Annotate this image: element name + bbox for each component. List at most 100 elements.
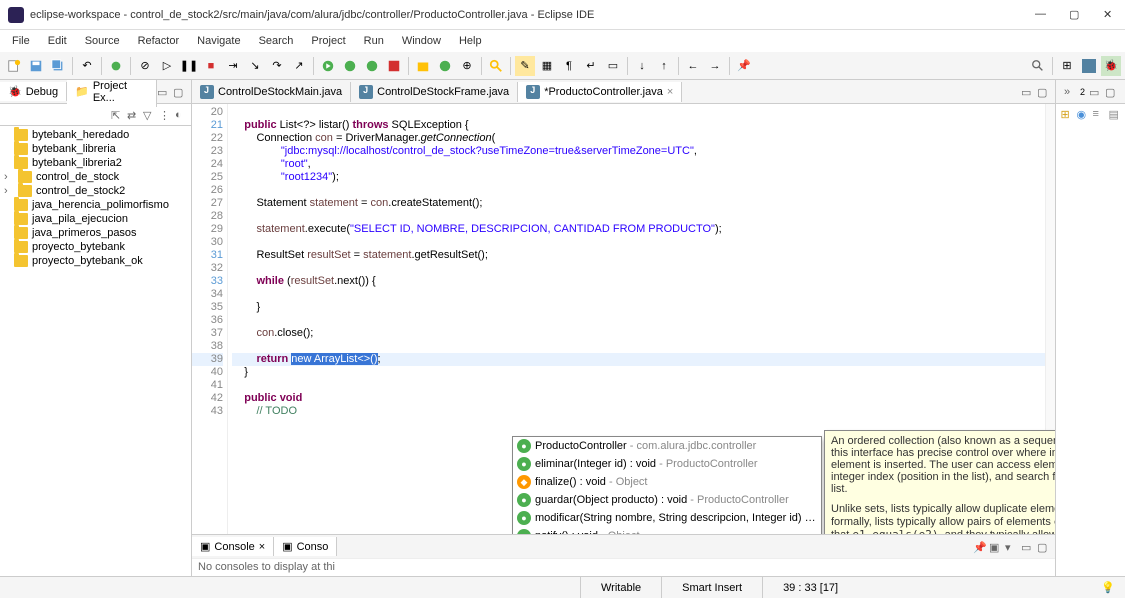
menu-window[interactable]: Window xyxy=(394,33,449,49)
undo-button[interactable]: ↶ xyxy=(77,56,97,76)
resume-button[interactable]: ▷ xyxy=(157,56,177,76)
suspend-button[interactable]: ❚❚ xyxy=(179,56,199,76)
quick-access-button[interactable] xyxy=(1028,56,1048,76)
link-editor-icon[interactable]: ⇄ xyxy=(127,109,139,121)
menu-refactor[interactable]: Refactor xyxy=(130,33,188,49)
menu-search[interactable]: Search xyxy=(251,33,302,49)
folder-icon xyxy=(14,227,28,239)
open-console-icon[interactable]: ▾ xyxy=(1005,541,1017,553)
maximize-editor-icon[interactable]: ▢ xyxy=(1037,86,1049,98)
back-button[interactable]: ← xyxy=(683,56,703,76)
project-explorer-tab[interactable]: 📁Project Ex... xyxy=(67,80,157,107)
autocomplete-item[interactable]: ◆finalize() : void - Object xyxy=(513,473,821,491)
save-button[interactable] xyxy=(26,56,46,76)
folder-icon xyxy=(14,157,28,169)
run-debug-button[interactable] xyxy=(340,56,360,76)
focus-task-icon[interactable]: ◐ xyxy=(175,109,187,121)
show-whitespace-button[interactable]: ¶ xyxy=(559,56,579,76)
filter-icon[interactable]: ▽ xyxy=(143,109,155,121)
menu-project[interactable]: Project xyxy=(303,33,353,49)
step-over-button[interactable]: ↷ xyxy=(267,56,287,76)
autocomplete-item[interactable]: ●notify() : void - Object xyxy=(513,527,821,534)
pin-console-icon[interactable]: 📌 xyxy=(973,541,985,553)
new-class-button[interactable] xyxy=(435,56,455,76)
tree-item: proyecto_bytebank_ok xyxy=(2,254,189,268)
toggle-word-wrap-button[interactable]: ↵ xyxy=(581,56,601,76)
menu-run[interactable]: Run xyxy=(356,33,392,49)
tree-item: java_herencia_polimorfismo xyxy=(2,198,189,212)
console-tab-2[interactable]: ▣ Conso xyxy=(274,537,337,556)
new-package-button[interactable] xyxy=(413,56,433,76)
save-all-button[interactable] xyxy=(48,56,68,76)
selection-mode-button[interactable]: ▭ xyxy=(603,56,623,76)
outline-icon[interactable]: ▤ xyxy=(1109,108,1121,120)
step-into-button[interactable]: ↘ xyxy=(245,56,265,76)
outline-min-icon[interactable]: » xyxy=(1064,86,1076,98)
toggle-block-button[interactable]: ▦ xyxy=(537,56,557,76)
menu-file[interactable]: File xyxy=(4,33,38,49)
toggle-mark-button[interactable]: ✎ xyxy=(515,56,535,76)
title-bar: eclipse-workspace - control_de_stock2/sr… xyxy=(0,0,1125,30)
prev-annotation-button[interactable]: ↑ xyxy=(654,56,674,76)
menu-edit[interactable]: Edit xyxy=(40,33,75,49)
external-tools-button[interactable] xyxy=(384,56,404,76)
run-button[interactable] xyxy=(318,56,338,76)
menu-source[interactable]: Source xyxy=(77,33,128,49)
collapse-all-icon[interactable]: ⇱ xyxy=(111,109,123,121)
close-button[interactable]: ✕ xyxy=(1103,8,1117,22)
debug-button[interactable] xyxy=(106,56,126,76)
close-tab-icon[interactable]: × xyxy=(667,86,673,98)
expand-arrow-icon[interactable]: › xyxy=(4,171,14,183)
debug-view-tab[interactable]: 🐞Debug xyxy=(0,82,67,101)
debug-perspective-button[interactable]: 🐞 xyxy=(1101,56,1121,76)
tip-icon[interactable]: 💡 xyxy=(1101,581,1125,594)
minimize-view-icon[interactable]: ▭ xyxy=(157,86,169,98)
maximize-button[interactable]: ▢ xyxy=(1069,8,1083,22)
folder-icon xyxy=(14,143,28,155)
pin-button[interactable]: 📌 xyxy=(734,56,754,76)
minimize-button[interactable]: — xyxy=(1035,8,1049,22)
autocomplete-item[interactable]: ●modificar(String nombre, String descrip… xyxy=(513,509,821,527)
expressions-icon[interactable]: ≡ xyxy=(1093,108,1105,120)
folder-icon xyxy=(14,199,28,211)
next-annotation-button[interactable]: ↓ xyxy=(632,56,652,76)
step-return-button[interactable]: ↗ xyxy=(289,56,309,76)
maximize-view-icon[interactable]: ▢ xyxy=(173,86,185,98)
disconnect-button[interactable]: ⇥ xyxy=(223,56,243,76)
menu-navigate[interactable]: Navigate xyxy=(189,33,248,49)
java-perspective-button[interactable] xyxy=(1079,56,1099,76)
vars-icon[interactable]: ⊞ xyxy=(1061,108,1073,120)
outline-max-icon[interactable]: ▢ xyxy=(1105,86,1117,98)
open-type-button[interactable]: ⊕ xyxy=(457,56,477,76)
autocomplete-item[interactable]: ●guardar(Object producto) : void - Produ… xyxy=(513,491,821,509)
autocomplete-item[interactable]: ●ProductoController - com.alura.jdbc.con… xyxy=(513,437,821,455)
coverage-button[interactable] xyxy=(362,56,382,76)
display-console-icon[interactable]: ▣ xyxy=(989,541,1001,553)
minimize-console-icon[interactable]: ▭ xyxy=(1021,541,1033,553)
status-writable: Writable xyxy=(580,577,661,598)
editor-tab[interactable]: ControlDeStockFrame.java xyxy=(351,82,518,102)
console-tab[interactable]: ▣ Console × xyxy=(192,537,274,556)
tree-item: bytebank_libreria2 xyxy=(2,156,189,170)
editor-tab-active[interactable]: *ProductoController.java× xyxy=(518,82,682,102)
minimize-editor-icon[interactable]: ▭ xyxy=(1021,86,1033,98)
skip-breakpoints-button[interactable]: ⊘ xyxy=(135,56,155,76)
expand-arrow-icon[interactable]: › xyxy=(4,185,14,197)
view-menu-icon[interactable]: ⋮ xyxy=(159,109,171,121)
explorer-tab-label: Project Ex... xyxy=(93,80,148,104)
autocomplete-item[interactable]: ●eliminar(Integer id) : void - ProductoC… xyxy=(513,455,821,473)
java-file-icon xyxy=(359,85,373,99)
project-tree[interactable]: bytebank_heredado bytebank_libreria byte… xyxy=(0,126,191,576)
breakpoints-icon[interactable]: ◉ xyxy=(1077,108,1089,120)
autocomplete-list[interactable]: ●ProductoController - com.alura.jdbc.con… xyxy=(513,437,821,534)
outline-restore-icon[interactable]: ▭ xyxy=(1089,86,1101,98)
new-button[interactable] xyxy=(4,56,24,76)
code-editor[interactable]: 2021222324252627282930313233343536373839… xyxy=(192,104,1055,534)
editor-tab[interactable]: ControlDeStockMain.java xyxy=(192,82,351,102)
search-button[interactable] xyxy=(486,56,506,76)
open-perspective-button[interactable]: ⊞ xyxy=(1057,56,1077,76)
terminate-button[interactable]: ■ xyxy=(201,56,221,76)
forward-button[interactable]: → xyxy=(705,56,725,76)
menu-help[interactable]: Help xyxy=(451,33,490,49)
maximize-console-icon[interactable]: ▢ xyxy=(1037,541,1049,553)
